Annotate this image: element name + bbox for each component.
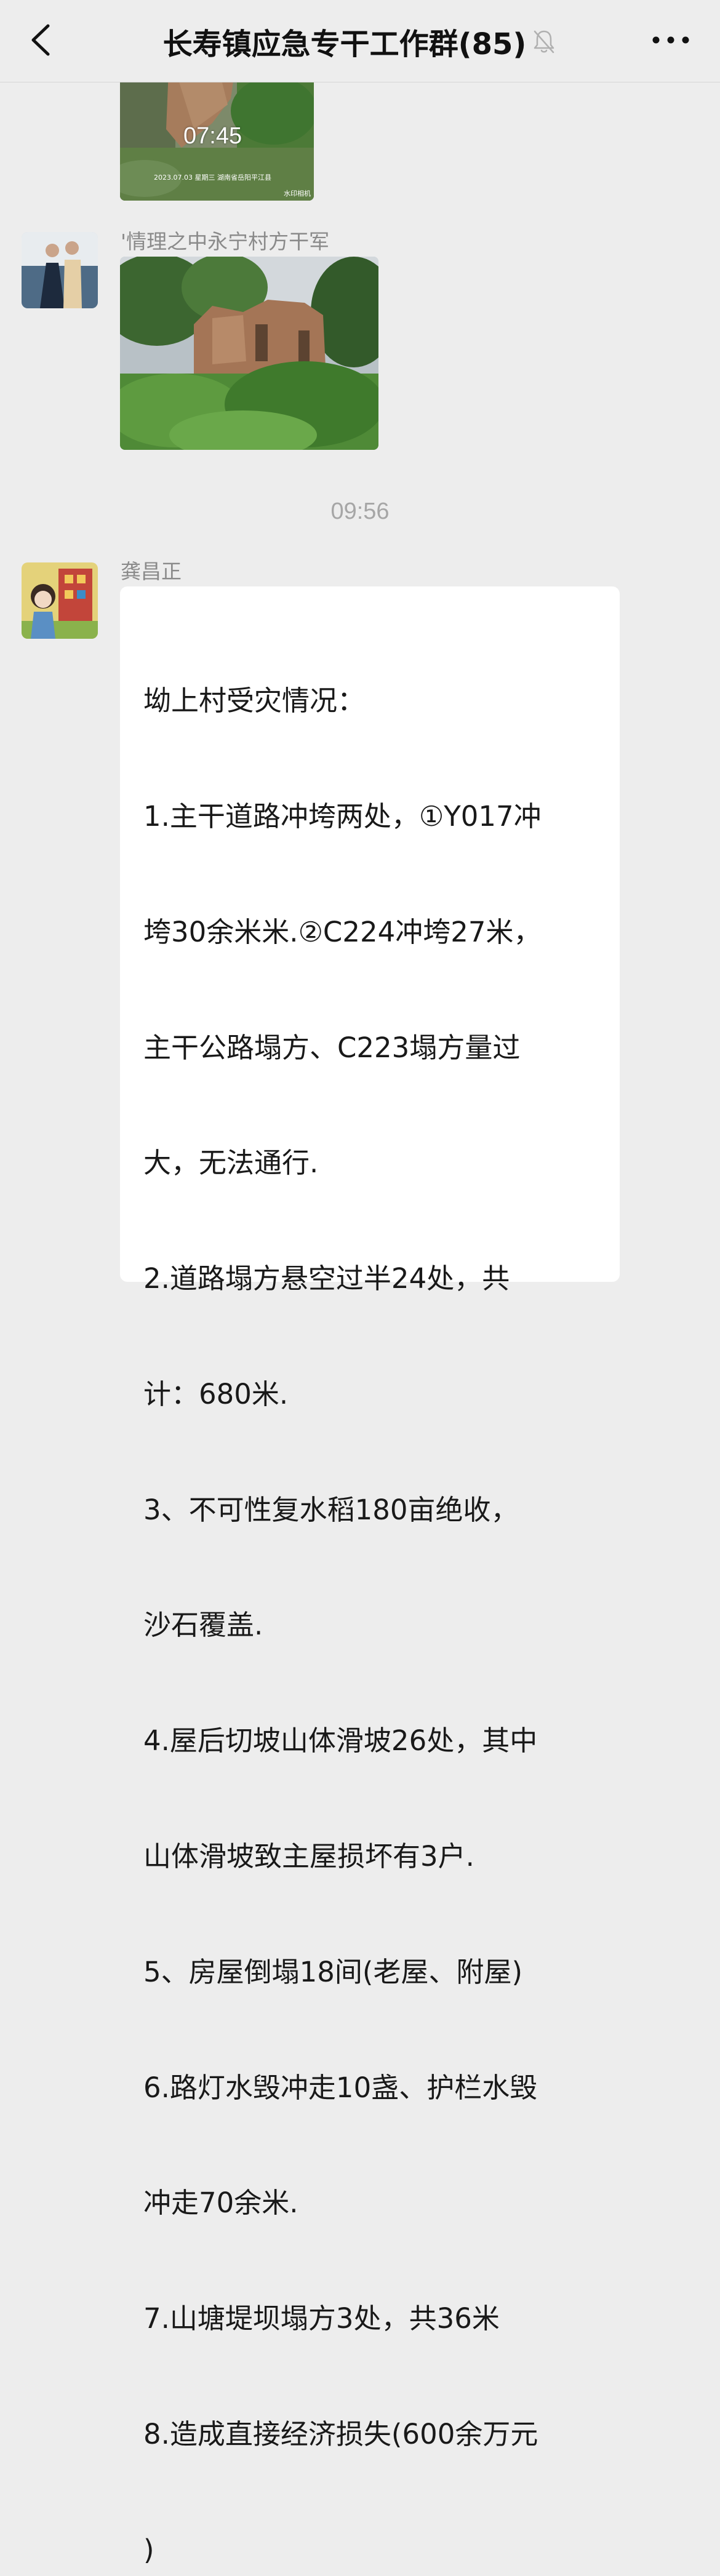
sender-name: '情理之中永宁村方干军 [121, 230, 330, 254]
message-line: 2.道路塌方悬空过半24处，共 [143, 1262, 510, 1295]
message-line: 大，无法通行. [143, 1146, 319, 1180]
ellipsis-icon [652, 36, 689, 44]
message-line: 主干公路塌方、C223塌方量过 [143, 1031, 521, 1064]
chevron-left-icon [31, 24, 50, 56]
bell-off-icon [534, 30, 554, 53]
message-image[interactable] [120, 257, 378, 450]
message-bubble[interactable]: 坳上村受灾情况： 1.主干道路冲垮两处，①Y017冲 垮30余米米.②C224冲… [120, 586, 620, 2566]
photo-watermark-time: 07:45 [183, 123, 242, 149]
avatar[interactable] [22, 232, 98, 308]
time-separator: 09:56 [330, 498, 390, 524]
message-line: 4.屋后切坡山体滑坡26处，其中 [143, 1724, 538, 1758]
message-line: 1.主干道路冲垮两处，①Y017冲 [143, 799, 542, 833]
back-button[interactable] [25, 18, 62, 62]
message-line: 6.路灯水毁冲走10盏、护栏水毁 [143, 2071, 538, 2104]
message-line: 3、不可性复水稻180亩绝收， [143, 1493, 519, 1526]
message-line: 8.造成直接经济损失(600余万元 [143, 2417, 538, 2450]
message-text[interactable]: 坳上村受灾情况： 1.主干道路冲垮两处，①Y017冲 垮30余米米.②C224冲… [143, 605, 598, 2576]
collapsed-house-photo [120, 257, 378, 450]
chat-area[interactable]: 07:45 2023.07.03 星期三 湖南省岳阳平江县 水印相机 '情理之中… [0, 0, 720, 2566]
photo-watermark-brand: 水印相机 [284, 190, 311, 198]
chat-header: 长寿镇应急专干工作群(85) [0, 0, 720, 82]
message-line: 5、房屋倒塌18间(老屋、附屋) [143, 1955, 523, 1988]
chat-title: 长寿镇应急专干工作群(85) [162, 26, 527, 62]
message-line: 沙石覆盖. [143, 1609, 263, 1642]
message-line: 山体滑坡致主屋损坏有3户. [143, 1840, 474, 1873]
title-wrap: 长寿镇应急专干工作群(85) [92, 0, 628, 82]
message-line: 垮30余米米.②C224冲垮27米， [143, 915, 542, 948]
message-line: ) [143, 2533, 154, 2566]
more-options-button[interactable] [646, 25, 695, 55]
photo-watermark-caption: 2023.07.03 星期三 湖南省岳阳平江县 [154, 174, 271, 182]
message-line: 坳上村受灾情况： [143, 684, 366, 718]
sender-name: 龚昌正 [121, 559, 182, 583]
message-line: 7.山塘堤坝塌方3处，共36米 [143, 2302, 500, 2335]
message-line: 计：680米. [143, 1377, 289, 1410]
anime-avatar-image [22, 562, 98, 639]
couple-avatar-image [22, 232, 98, 308]
message-line: 冲走70余米. [143, 2186, 298, 2220]
avatar[interactable] [22, 562, 98, 639]
